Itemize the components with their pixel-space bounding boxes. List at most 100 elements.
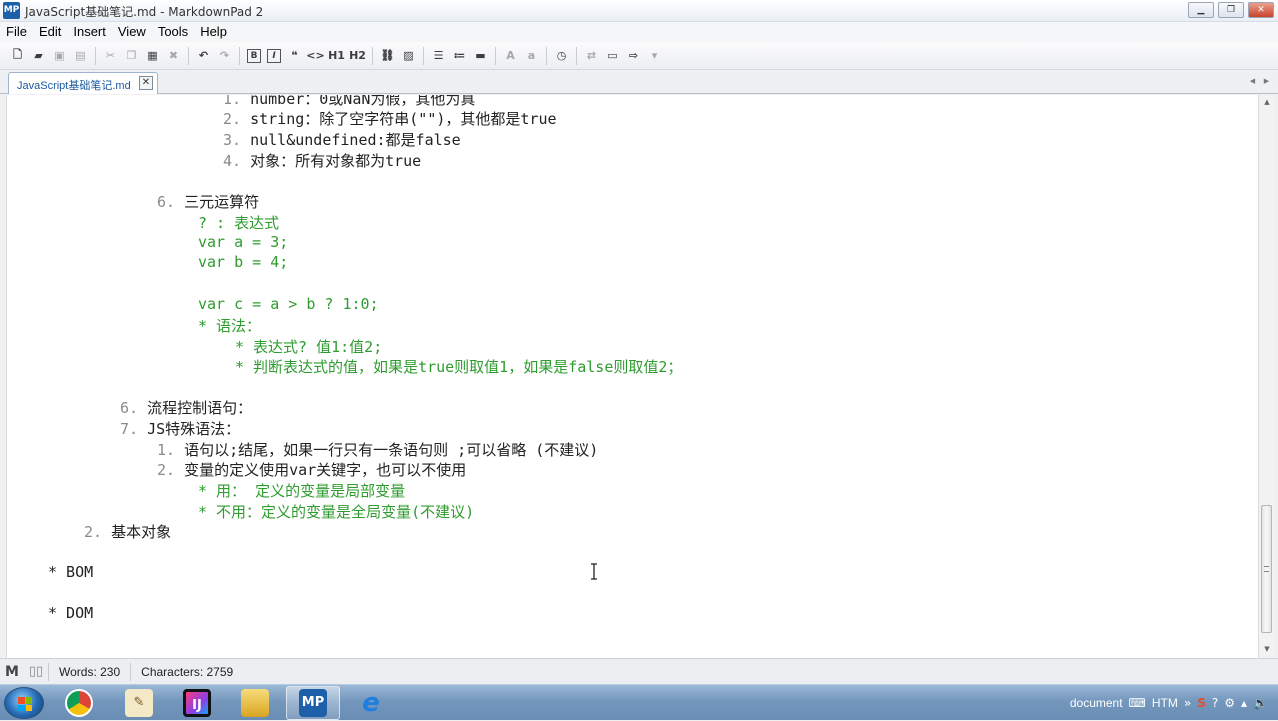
markdown-mode-icon[interactable]: M: [0, 664, 24, 680]
heading2-button[interactable]: H2: [348, 46, 367, 66]
preview-icon[interactable]: ▭: [603, 46, 622, 66]
menu-tools[interactable]: Tools: [152, 22, 194, 42]
list-number: 1.: [223, 95, 251, 108]
new-document-icon[interactable]: 🗋: [8, 46, 27, 66]
editor-line[interactable]: * 表达式? 值1:值2;: [235, 336, 382, 356]
redo-icon[interactable]: ↷: [215, 46, 234, 66]
menu-file[interactable]: File: [0, 22, 33, 42]
copy-icon[interactable]: ❐: [122, 46, 141, 66]
uppercase-button[interactable]: A: [501, 46, 520, 66]
volume-icon[interactable]: 🔈: [1253, 696, 1268, 710]
editor-line[interactable]: 7. JS特殊语法：: [120, 418, 240, 438]
tray-document-label[interactable]: document: [1070, 696, 1123, 710]
help-icon[interactable]: ?: [1212, 696, 1218, 710]
character-count: Characters: 2759: [130, 662, 243, 681]
tab-close-button[interactable]: ✕: [139, 76, 153, 90]
tray-overflow-icon[interactable]: »: [1184, 696, 1191, 710]
unordered-list-icon[interactable]: ☰: [429, 46, 448, 66]
start-button[interactable]: [4, 687, 44, 719]
tab-scroll-right-icon[interactable]: ▶: [1261, 76, 1272, 87]
editor-line[interactable]: 2. 基本对象: [84, 521, 171, 541]
editor-line[interactable]: * 判断表达式的值，如果是true则取值1，如果是false则取值2；: [235, 356, 682, 376]
italic-button[interactable]: I: [267, 48, 281, 63]
editor-line-text: JS特殊语法：: [147, 420, 241, 438]
menu-help[interactable]: Help: [194, 22, 233, 42]
editor-line[interactable]: var b = 4;: [198, 253, 288, 273]
editor-line-text: string：除了空字符串("")，其他都是true: [250, 110, 557, 128]
taskbar-explorer-button[interactable]: [228, 686, 282, 720]
tray-settings-icon[interactable]: ⚙: [1224, 696, 1235, 710]
menu-view[interactable]: View: [112, 22, 152, 42]
sync-scroll-icon[interactable]: ⇄: [582, 46, 601, 66]
horizontal-rule-icon[interactable]: ▬: [471, 46, 490, 66]
show-hidden-icons[interactable]: ▴: [1241, 696, 1247, 710]
toolbar-divider: [546, 46, 547, 65]
maximize-button[interactable]: ❐: [1218, 2, 1244, 18]
menu-bar: File Edit Insert View Tools Help: [0, 22, 1278, 42]
save-icon[interactable]: ▣: [50, 46, 69, 66]
delete-icon[interactable]: ✖: [164, 46, 183, 66]
scroll-down-icon[interactable]: ▼: [1262, 645, 1272, 655]
editor-line-text: * BOM: [48, 563, 94, 581]
toolbar-divider: [372, 46, 373, 65]
quote-icon[interactable]: ❝: [285, 46, 304, 66]
scroll-up-icon[interactable]: ▲: [1262, 98, 1272, 108]
tray-keyboard-icon[interactable]: ⌨: [1129, 696, 1146, 710]
tab-scroll-left-icon[interactable]: ◀: [1247, 76, 1258, 87]
book-icon[interactable]: ▯▯: [24, 664, 48, 679]
editor-line[interactable]: 6. 三元运算符: [157, 191, 259, 211]
menu-edit[interactable]: Edit: [33, 22, 67, 42]
editor-line[interactable]: 2. 变量的定义使用var关键字，也可以不使用: [157, 459, 466, 479]
cut-icon[interactable]: ✂: [101, 46, 120, 66]
minimize-button[interactable]: ▁: [1188, 2, 1214, 18]
editor-line[interactable]: var a = 3;: [198, 233, 288, 253]
code-icon[interactable]: <>: [306, 46, 325, 66]
chrome-icon: [65, 689, 93, 717]
editor-line[interactable]: 3. null&undefined:都是false: [223, 129, 461, 149]
document-tab[interactable]: JavaScript基础笔记.md ✕: [8, 72, 158, 94]
ordered-list-icon[interactable]: ≔: [450, 46, 469, 66]
timestamp-icon[interactable]: ◷: [552, 46, 571, 66]
taskbar-editor-button[interactable]: ✎: [112, 686, 166, 720]
editor-line[interactable]: var c = a > b ? 1:0;: [198, 295, 379, 315]
editor-line-text: 语句以;结尾，如果一行只有一条语句则 ;可以省略 (不建议): [184, 441, 599, 459]
heading1-button[interactable]: H1: [327, 46, 346, 66]
editor-line[interactable]: 2. string：除了空字符串("")，其他都是true: [223, 108, 557, 128]
hyperlink-icon[interactable]: ⛓: [378, 46, 397, 66]
list-number: 2.: [223, 110, 251, 128]
vertical-scrollbar[interactable]: ▲ ▼: [1258, 95, 1274, 658]
save-all-icon[interactable]: ▤: [71, 46, 90, 66]
editor-line[interactable]: * BOM: [48, 563, 93, 583]
editor-line[interactable]: * 不用：定义的变量是全局变量(不建议): [198, 501, 474, 521]
open-folder-icon[interactable]: ▰: [29, 46, 48, 66]
markdown-editor[interactable]: 1. number：0或NaN为假，其他为真 2. string：除了空字符串("…: [6, 95, 1258, 658]
editor-line[interactable]: 1. number：0或NaN为假，其他为真: [223, 95, 475, 108]
tray-htm-label[interactable]: HTM: [1152, 696, 1178, 710]
word-count: Words: 230: [48, 662, 130, 681]
taskbar-intellij-button[interactable]: IJ: [170, 686, 224, 720]
menu-insert[interactable]: Insert: [67, 22, 112, 42]
taskbar-ie-button[interactable]: e: [344, 686, 398, 720]
editor-line[interactable]: * 语法：: [198, 315, 261, 335]
text-cursor-icon: [591, 563, 597, 580]
scrollbar-thumb[interactable]: [1261, 505, 1272, 633]
bold-button[interactable]: B: [247, 48, 261, 63]
taskbar-chrome-button[interactable]: [52, 686, 106, 720]
export-icon[interactable]: ⇨: [624, 46, 643, 66]
editor-line-text: * 判断表达式的值，如果是true则取值1，如果是false则取值2；: [235, 358, 683, 376]
toolbar-overflow-icon[interactable]: ▾: [645, 46, 664, 66]
editor-line[interactable]: * DOM: [48, 604, 93, 624]
lowercase-button[interactable]: a: [522, 46, 541, 66]
editor-line[interactable]: 1. 语句以;结尾，如果一行只有一条语句则 ;可以省略 (不建议): [157, 439, 598, 459]
undo-icon[interactable]: ↶: [194, 46, 213, 66]
close-window-button[interactable]: ✕: [1248, 2, 1274, 18]
intellij-icon: IJ: [183, 689, 211, 717]
paste-icon[interactable]: ▦: [143, 46, 162, 66]
image-icon[interactable]: ▨: [399, 46, 418, 66]
editor-line[interactable]: ? : 表达式: [198, 212, 279, 232]
taskbar-markdownpad-button[interactable]: MP: [286, 686, 340, 720]
editor-line[interactable]: 6. 流程控制语句：: [120, 397, 252, 417]
editor-line[interactable]: * 用： 定义的变量是局部变量: [198, 480, 405, 500]
sogou-input-icon[interactable]: S: [1197, 696, 1206, 710]
editor-line[interactable]: 4. 对象：所有对象都为true: [223, 150, 421, 170]
